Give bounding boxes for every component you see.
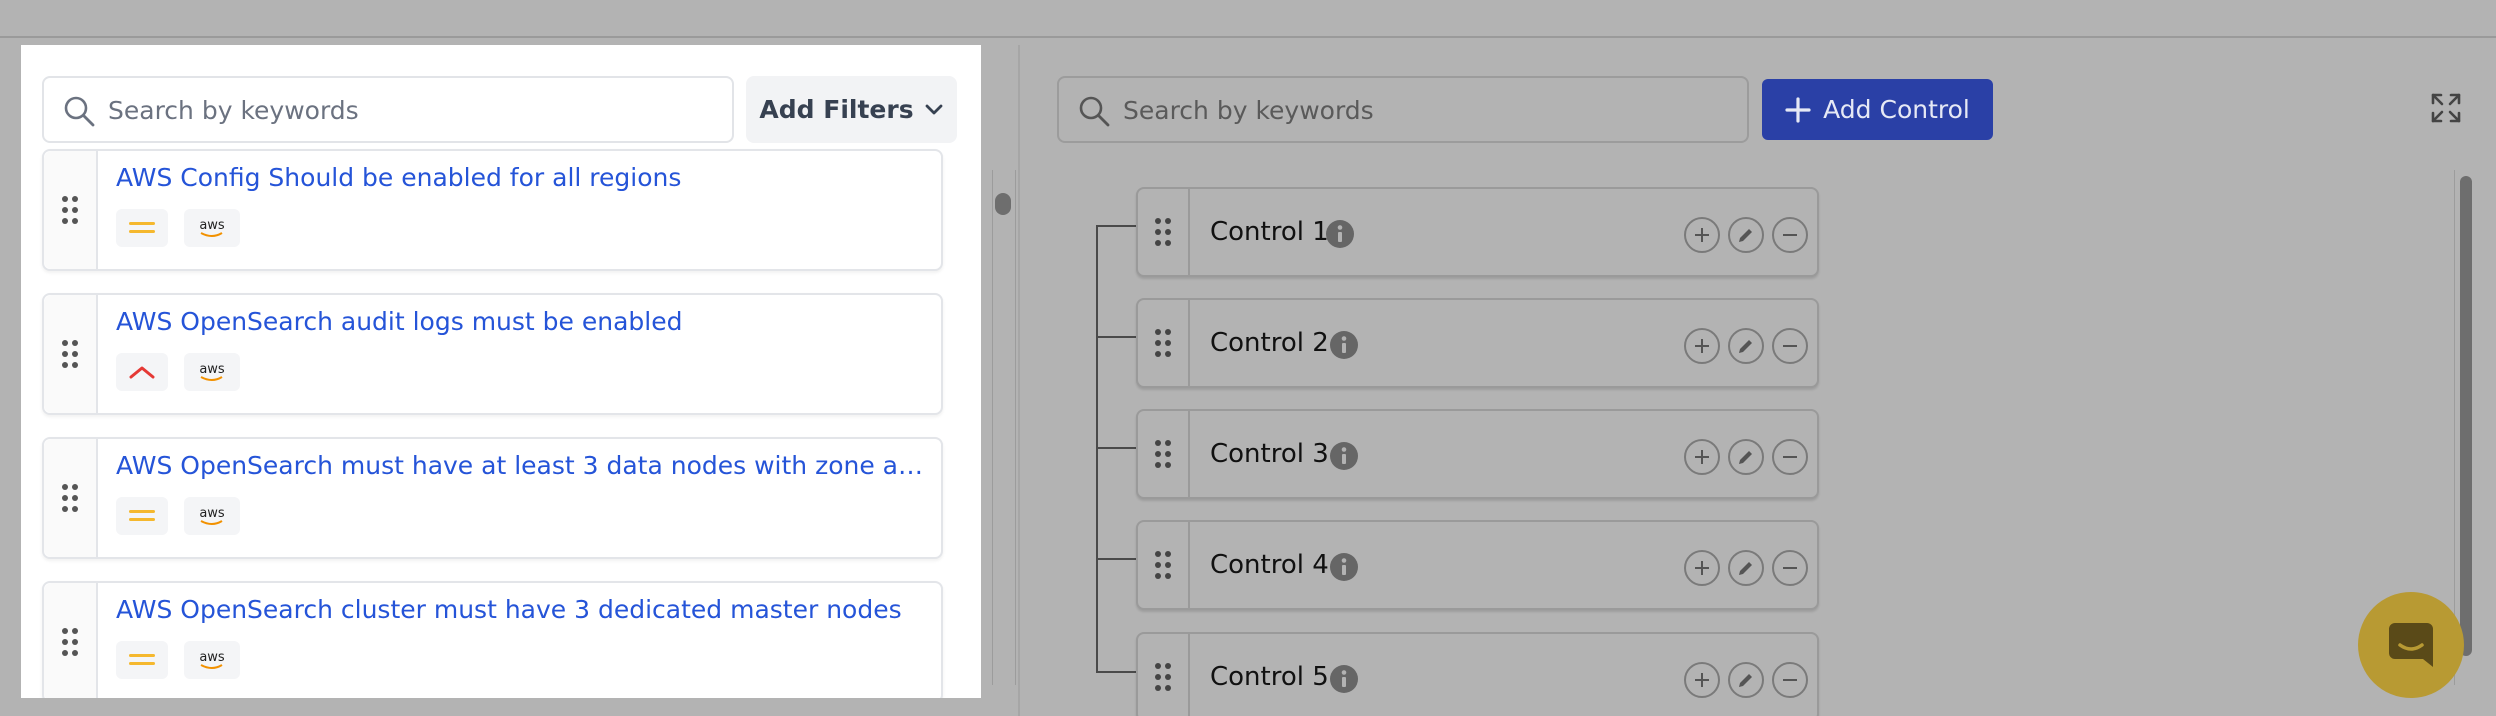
control-node[interactable]: Control 2 [1136,298,1819,388]
library-item-title[interactable]: AWS OpenSearch audit logs must be enable… [116,307,931,336]
edit-button[interactable] [1728,439,1764,475]
add-child-button[interactable] [1684,550,1720,586]
library-item-title[interactable]: AWS Config Should be enabled for all reg… [116,163,931,192]
add-control-button[interactable]: Add Control [1762,79,1993,140]
tree-branch [1096,225,1138,227]
plus-icon [1785,96,1811,123]
info-icon[interactable] [1329,441,1359,471]
remove-button[interactable] [1772,439,1808,475]
drag-handle-icon[interactable] [44,295,98,413]
control-node[interactable]: Control 5 [1136,632,1819,716]
chat-launcher-button[interactable] [2358,592,2464,698]
pencil-icon [1739,562,1752,575]
control-node[interactable]: Control 3 [1136,409,1819,499]
severity-medium-icon [116,497,168,535]
controls-scrollbar-thumb[interactable] [2460,176,2472,656]
library-item[interactable]: AWS OpenSearch cluster must have 3 dedic… [42,581,943,698]
drag-handle-icon[interactable] [44,583,98,698]
library-list: AWS Config Should be enabled for all reg… [42,149,943,698]
control-library-panel: Add Filters AWS Config Should be enabled… [21,45,981,698]
aws-logo-icon: aws [184,641,240,679]
control-name: Control 4 [1210,550,1329,580]
pencil-icon [1739,674,1752,687]
add-child-button[interactable] [1684,217,1720,253]
minus-icon [1783,679,1797,681]
library-item[interactable]: AWS OpenSearch audit logs must be enable… [42,293,943,415]
drag-handle-icon[interactable] [1138,522,1190,608]
tree-branch [1096,447,1138,449]
severity-medium-icon [116,209,168,247]
plus-icon [1695,450,1709,464]
add-child-button[interactable] [1684,439,1720,475]
add-child-button[interactable] [1684,662,1720,698]
chevron-down-icon [925,104,942,114]
plus-icon [1695,673,1709,687]
drag-handle-icon[interactable] [1138,411,1190,497]
library-item-title[interactable]: AWS OpenSearch must have at least 3 data… [116,451,931,480]
edit-button[interactable] [1728,217,1764,253]
add-filters-button[interactable]: Add Filters [746,76,957,143]
edit-button[interactable] [1728,328,1764,364]
add-filters-label: Add Filters [759,95,914,124]
drag-handle-icon[interactable] [1138,189,1190,275]
info-icon[interactable] [1329,552,1359,582]
add-control-label: Add Control [1823,95,1970,124]
drag-handle-icon[interactable] [44,439,98,557]
plus-icon [1695,339,1709,353]
top-bar [0,0,2496,38]
search-icon [1079,96,1110,127]
aws-logo-icon: aws [184,497,240,535]
tree-branch [1096,671,1138,673]
library-scrollbar[interactable] [992,170,1016,685]
info-icon[interactable] [1325,219,1355,249]
library-item-title[interactable]: AWS OpenSearch cluster must have 3 dedic… [116,595,931,624]
remove-button[interactable] [1772,550,1808,586]
pencil-icon [1739,229,1752,242]
info-icon[interactable] [1329,664,1359,694]
expand-icon[interactable] [2430,92,2462,124]
panel-divider [1018,45,1020,716]
minus-icon [1783,456,1797,458]
tree-branch [1096,336,1138,338]
library-item[interactable]: AWS Config Should be enabled for all reg… [42,149,943,271]
control-node[interactable]: Control 4 [1136,520,1819,610]
severity-high-icon [116,353,168,391]
drag-handle-icon[interactable] [44,151,98,269]
control-name: Control 3 [1210,439,1329,469]
aws-logo-icon: aws [184,353,240,391]
library-search-box[interactable] [42,76,734,143]
remove-button[interactable] [1772,328,1808,364]
library-search-input[interactable] [108,90,708,130]
remove-button[interactable] [1772,662,1808,698]
plus-icon [1695,561,1709,575]
severity-medium-icon [116,641,168,679]
control-name: Control 1 [1210,217,1329,247]
search-icon [64,96,95,127]
add-child-button[interactable] [1684,328,1720,364]
pencil-icon [1739,340,1752,353]
pencil-icon [1739,451,1752,464]
drag-handle-icon[interactable] [1138,300,1190,386]
edit-button[interactable] [1728,550,1764,586]
minus-icon [1783,234,1797,236]
controls-search-box[interactable] [1057,76,1749,143]
edit-button[interactable] [1728,662,1764,698]
plus-icon [1695,228,1709,242]
drag-handle-icon[interactable] [1138,634,1190,716]
minus-icon [1783,345,1797,347]
minus-icon [1783,567,1797,569]
tree-connector [1096,225,1098,673]
remove-button[interactable] [1772,217,1808,253]
chat-icon [2389,623,2433,667]
controls-search-input[interactable] [1123,90,1723,130]
library-scrollbar-thumb[interactable] [995,193,1011,215]
control-name: Control 2 [1210,328,1329,358]
control-node[interactable]: Control 1 [1136,187,1819,277]
library-item[interactable]: AWS OpenSearch must have at least 3 data… [42,437,943,559]
control-name: Control 5 [1210,662,1329,692]
info-icon[interactable] [1329,330,1359,360]
aws-logo-icon: aws [184,209,240,247]
tree-branch [1096,558,1138,560]
